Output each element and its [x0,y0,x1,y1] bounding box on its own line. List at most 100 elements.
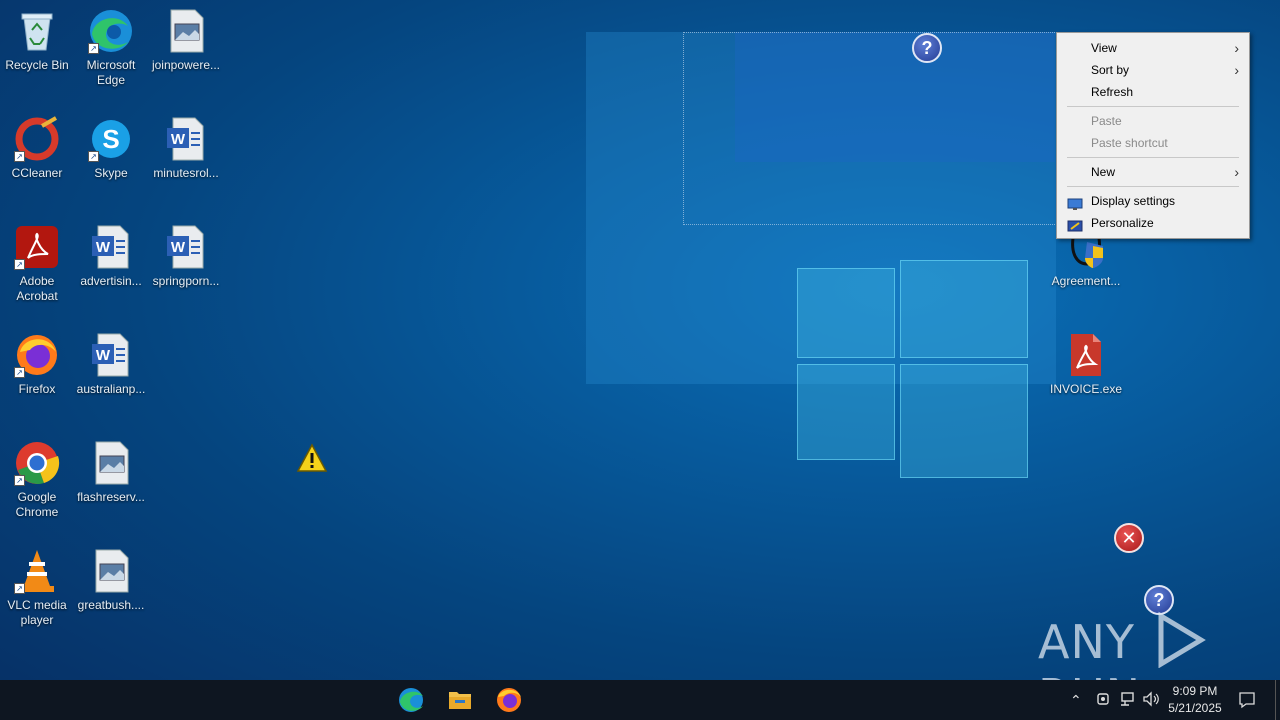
desktop-context-menu: View › Sort by › Refresh Paste Paste sho… [1056,32,1250,239]
volume-icon[interactable] [1142,691,1160,712]
chrome-icon: ↗ [14,440,60,486]
desktop-icon-label: VLC media player [7,598,67,627]
network-icon[interactable] [1119,691,1135,712]
desktop-icon-invoice-exe[interactable]: INVOICE.exe [1050,332,1122,397]
invoice-exe-icon [1063,332,1109,378]
desktop-icon-ccleaner[interactable]: ↗ CCleaner [1,116,73,181]
menu-separator [1067,157,1239,158]
firefox-icon: ↗ [14,332,60,378]
ccleaner-icon: ↗ [14,116,60,162]
menu-item-personalize[interactable]: Personalize [1057,212,1249,234]
desktop-icon-label: advertisin... [80,274,142,288]
menu-item-label: New [1091,165,1116,179]
taskbar-firefox-button[interactable] [489,680,529,720]
desktop-icon-label: joinpowere... [151,58,221,72]
desktop-icon-label: Skype [94,166,128,180]
watermark-text-left: ANY [1038,615,1135,669]
chevron-right-icon: › [1234,40,1239,56]
skype-icon: S ↗ [88,116,134,162]
desktop-icon-label: CCleaner [11,166,63,180]
desktop-icon-firefox[interactable]: ↗ Firefox [1,332,73,397]
menu-item-label: Display settings [1091,194,1176,208]
menu-item-label: Refresh [1091,85,1134,99]
desktop-icon-recycle-bin[interactable]: Recycle Bin [1,8,73,73]
image-file-icon [88,548,134,594]
menu-item-new[interactable]: New › [1057,161,1249,183]
meet-now-icon[interactable] [1096,691,1110,712]
notification-center-icon[interactable] [1238,691,1256,714]
error-icon: ✕ [1114,523,1144,553]
menu-item-display-settings[interactable]: Display settings [1057,190,1249,212]
desktop-icon-label: Agreement... [1051,274,1121,288]
desktop-icon-label: Google Chrome [15,490,59,519]
desktop-icon-image-file[interactable]: greatbush.... [75,548,147,613]
desktop-icon-label: Microsoft Edge [86,58,136,87]
taskbar-file-explorer-button[interactable] [440,680,480,720]
desktop-icon-image-file[interactable]: flashreserv... [75,440,147,505]
menu-separator [1067,106,1239,107]
menu-item-refresh[interactable]: Refresh [1057,81,1249,103]
menu-item-label: Personalize [1091,216,1154,230]
chevron-right-icon: › [1234,62,1239,78]
desktop-icon-label: INVOICE.exe [1050,382,1123,396]
desktop-icon-label: australianp... [76,382,146,396]
menu-item-paste: Paste [1057,110,1249,132]
menu-item-view[interactable]: View › [1057,37,1249,59]
chevron-right-icon: › [1234,164,1239,180]
desktop-icon-label: Recycle Bin [5,58,69,72]
desktop-icon-vlc[interactable]: ↗ VLC media player [1,548,73,628]
desktop-icon-label: Adobe Acrobat [16,274,58,303]
desktop-icon-word-doc[interactable]: W advertisin... [75,224,147,289]
word-doc-icon: W [163,116,209,162]
acrobat-icon: ↗ [14,224,60,270]
desktop-icon-label: springporn... [152,274,220,288]
desktop-icon-word-doc[interactable]: W minutesrol... [150,116,222,181]
desktop-icon-adobe-acrobat[interactable]: ↗ Adobe Acrobat [1,224,73,304]
svg-text:W: W [171,239,186,256]
clock-date[interactable]: 5/21/2025 [1162,701,1228,715]
svg-text:W: W [96,239,111,256]
image-file-icon [163,8,209,54]
question-icon: ? [912,33,942,63]
play-logo-icon [1158,611,1206,669]
menu-item-paste-shortcut: Paste shortcut [1057,132,1249,154]
taskbar: ⌃ 9:09 PM 5/21/2025 [0,680,1280,720]
show-desktop-button[interactable] [1275,680,1276,720]
desktop-icon-google-chrome[interactable]: ↗ Google Chrome [1,440,73,520]
image-file-icon [88,440,134,486]
desktop-selection-rectangle [683,32,1057,225]
svg-text:S: S [102,124,119,154]
word-doc-icon: W [163,224,209,270]
windows-logo-wallpaper [795,240,1030,480]
desktop-icon-label: Firefox [18,382,56,396]
svg-text:W: W [171,131,186,148]
chevron-up-icon[interactable]: ⌃ [1070,692,1082,709]
warning-icon [296,443,328,473]
file-explorer-icon [449,692,471,709]
word-doc-icon: W [88,332,134,378]
desktop-icon-image-file[interactable]: joinpowere... [150,8,222,73]
desktop-icon-microsoft-edge[interactable]: ↗ Microsoft Edge [75,8,147,88]
vlc-icon: ↗ [14,548,60,594]
desktop-icon-label: minutesrol... [153,166,219,180]
desktop-icon-label: greatbush.... [77,598,145,612]
edge-icon: ↗ [88,8,134,54]
menu-item-label: Paste [1091,114,1122,128]
anyrun-watermark: ANY RUN [1038,610,1238,720]
menu-item-sort-by[interactable]: Sort by › [1057,59,1249,81]
clock-time[interactable]: 9:09 PM [1162,684,1228,698]
menu-separator [1067,186,1239,187]
desktop-icon-skype[interactable]: S ↗ Skype [75,116,147,181]
recycle-bin-icon [14,8,60,54]
desktop-icon-word-doc[interactable]: W springporn... [150,224,222,289]
word-doc-icon: W [88,224,134,270]
edge-icon [399,688,423,712]
desktop-icon-word-doc[interactable]: W australianp... [75,332,147,397]
personalize-icon [1067,217,1083,232]
display-settings-icon [1067,195,1083,210]
firefox-icon [497,688,521,712]
taskbar-edge-button[interactable] [391,680,431,720]
desktop-icon-label: flashreserv... [77,490,145,504]
menu-item-label: View [1091,41,1117,55]
menu-item-label: Sort by [1091,63,1130,77]
